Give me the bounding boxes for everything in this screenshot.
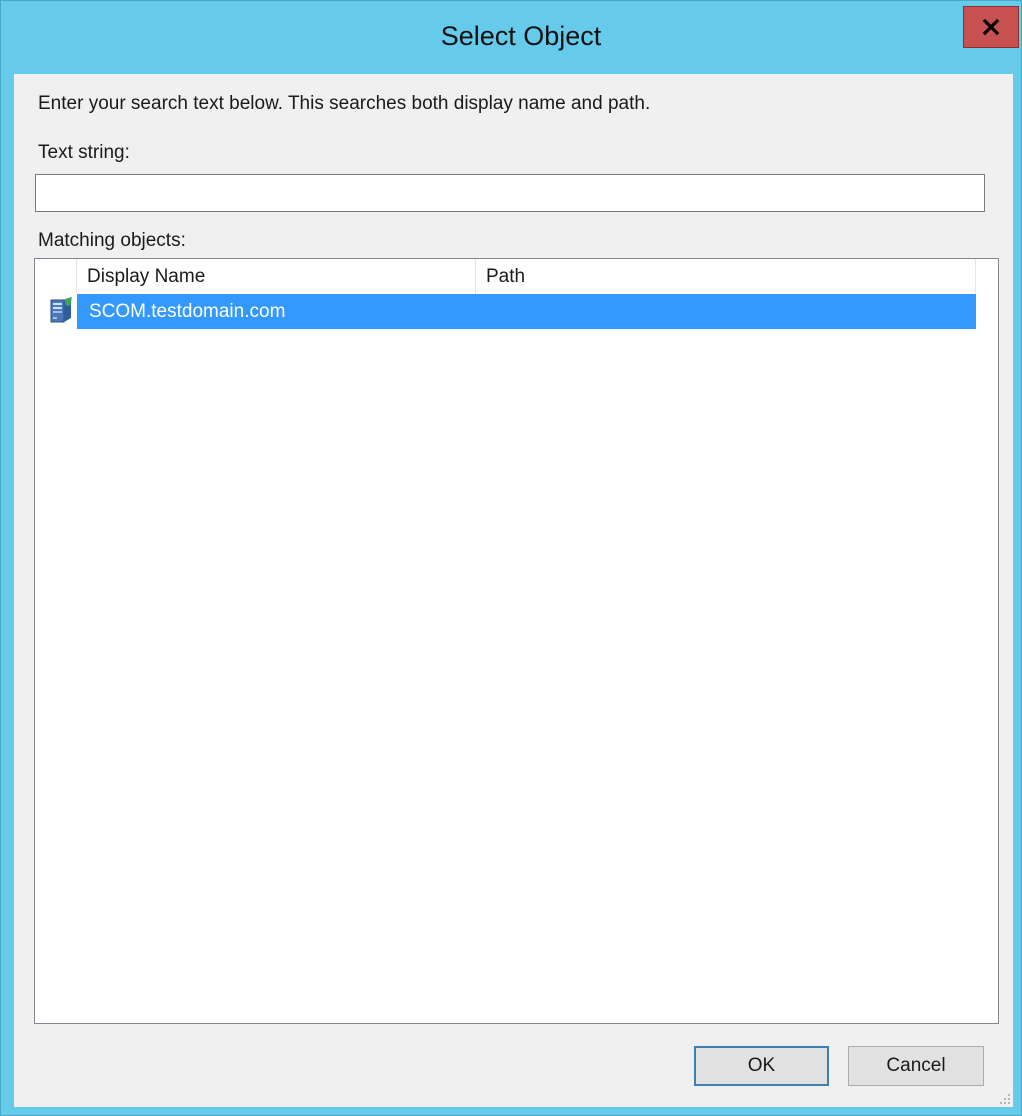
computer-icon <box>50 297 72 323</box>
cancel-button[interactable]: Cancel <box>848 1046 984 1086</box>
search-input[interactable] <box>35 174 985 212</box>
column-header-display-name[interactable]: Display Name <box>77 259 476 294</box>
row-display-name: SCOM.testdomain.com <box>89 301 286 322</box>
list-item[interactable]: SCOM.testdomain.com <box>35 294 998 329</box>
instruction-text: Enter your search text below. This searc… <box>38 93 651 114</box>
list-header: Display Name Path <box>35 259 998 294</box>
close-button[interactable] <box>963 6 1019 48</box>
column-header-path[interactable]: Path <box>476 259 976 294</box>
window-title: Select Object <box>440 21 602 51</box>
matching-objects-list[interactable]: Display Name Path SCOM.testdomain.com <box>34 258 999 1024</box>
text-string-label: Text string: <box>38 142 130 163</box>
ok-button[interactable]: OK <box>694 1046 829 1086</box>
close-icon <box>982 18 1000 36</box>
resize-grip-icon[interactable] <box>998 1092 1012 1106</box>
column-header-icon[interactable] <box>35 259 77 294</box>
title-bar[interactable]: Select Object <box>1 1 1021 75</box>
matching-objects-label: Matching objects: <box>38 230 186 251</box>
